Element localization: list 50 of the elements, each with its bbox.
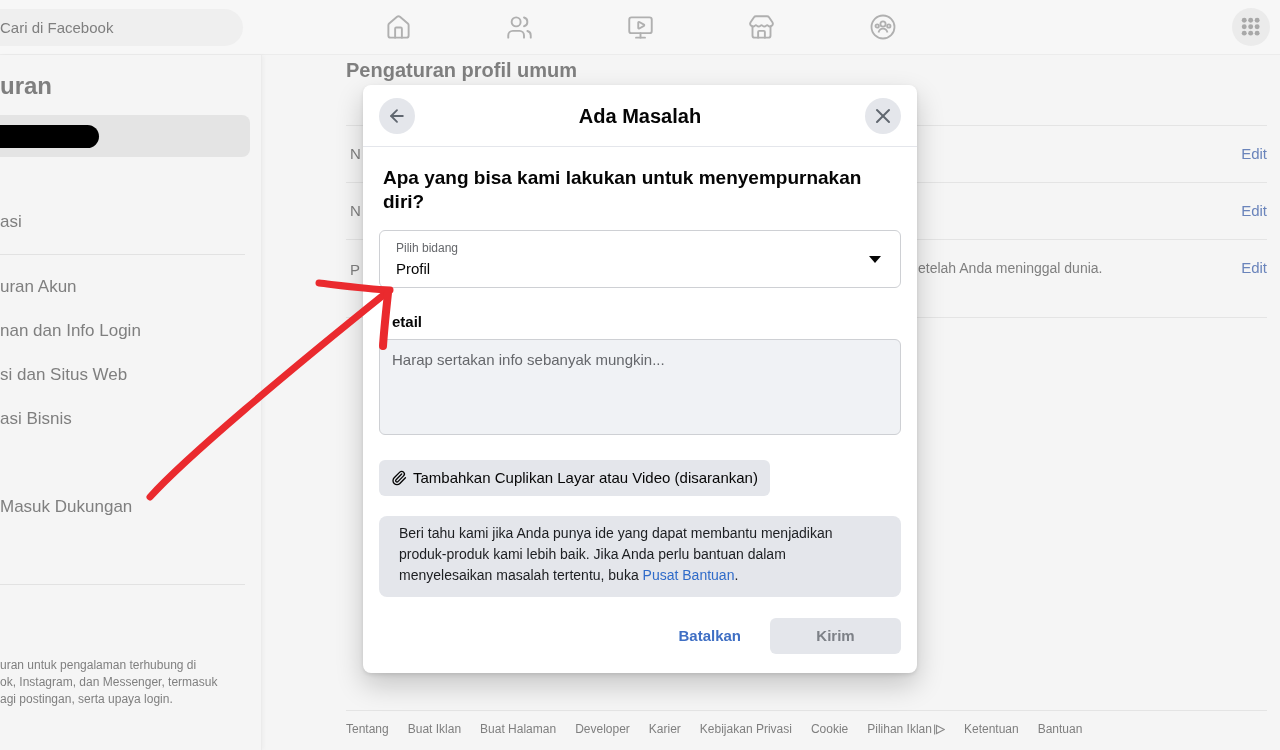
footer-link[interactable]: Buat Iklan <box>407 721 462 737</box>
edit-link[interactable]: Edit <box>1241 201 1267 221</box>
edit-link[interactable]: Edit <box>1241 144 1267 164</box>
field-label: etail <box>392 313 422 330</box>
dialog-title: Ada Masalah <box>578 103 702 128</box>
grid-icon <box>1241 17 1261 37</box>
video-icon[interactable] <box>627 13 654 41</box>
footer-link[interactable]: Bantuan <box>1037 721 1083 737</box>
menu-button[interactable] <box>1232 8 1270 46</box>
sidebar-note-line: ok, Instagram, dan Messenger, termasuk <box>0 674 219 691</box>
play-triangle-icon <box>933 723 945 735</box>
caret-icon <box>869 255 881 263</box>
footer-link[interactable]: Kebijakan Privasi <box>699 721 792 737</box>
paperclip-icon <box>391 470 407 486</box>
detail-textarea[interactable]: Harap sertakan info sebanyak mungkin... <box>379 339 901 435</box>
footer-link[interactable]: Tentang <box>346 721 389 737</box>
footer-link[interactable]: Ketentuan <box>963 721 1019 737</box>
attach-button[interactable]: Tambahkan Cuplikan Layar atau Video (disarankan) <box>379 460 770 496</box>
sidebar-item[interactable]: asi <box>0 200 250 244</box>
close-button[interactable] <box>865 97 901 134</box>
group-icon[interactable] <box>869 14 896 40</box>
section-heading: Pengaturan profil umum <box>346 58 579 82</box>
edit-link[interactable]: Edit <box>1241 258 1267 278</box>
footer-link[interactable]: Developer <box>575 721 630 737</box>
sidebar-title: uran <box>0 71 53 100</box>
footer-link[interactable]: Buat Halaman <box>480 721 557 737</box>
footer-link[interactable]: Pilihan Iklan <box>867 721 932 737</box>
row-description: etelah Anda meninggal dunia. <box>918 259 1103 278</box>
sidebar-item[interactable]: uran Akun <box>0 265 250 309</box>
back-button[interactable] <box>379 97 415 134</box>
category-select[interactable]: Pilih bidang Profil <box>379 230 901 288</box>
friends-icon[interactable] <box>506 13 533 41</box>
search-field[interactable]: Cari di Facebook <box>0 8 243 46</box>
home-icon[interactable] <box>385 13 412 41</box>
footer-link[interactable]: Karier <box>648 721 681 737</box>
row-label: P <box>350 261 360 278</box>
info-text: Beri tahu kami jika Anda punya ide yang dapat membantu menjadikan produk-produk kami lebih baik. Jika Anda perlu bantuan dalam menyelesaikan masalah tertentu, buka Pusat Bantuan. <box>379 516 901 597</box>
store-icon[interactable] <box>748 13 775 41</box>
sidebar-note-line: agi postingan, serta upaya login. <box>0 691 174 708</box>
sidebar-item[interactable]: asi Bisnis <box>0 397 250 441</box>
dialog-question: Apa yang bisa kami lakukan untuk menyempurnakan diri? <box>382 166 863 214</box>
cancel-button[interactable]: Batalkan <box>666 618 753 654</box>
sidebar-item[interactable]: Masuk Dukungan <box>0 485 250 529</box>
sidebar-item[interactable] <box>0 115 250 157</box>
sidebar-note-line: uran untuk pengalaman terhubung di <box>0 657 198 674</box>
row-label: N <box>350 145 361 162</box>
row-label: N <box>350 202 361 219</box>
footer-link[interactable]: Cookie <box>810 721 849 737</box>
sidebar-item[interactable]: nan dan Info Login <box>0 309 250 353</box>
sidebar-item[interactable]: si dan Situs Web <box>0 353 250 397</box>
